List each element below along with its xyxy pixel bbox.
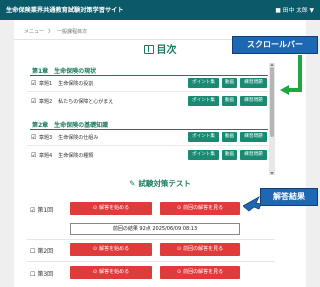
section-title: 生命保険の役割: [58, 81, 94, 87]
row-divider: [27, 91, 269, 92]
section-number: 章題3: [39, 135, 53, 141]
view-previous-button[interactable]: ⊙ 前回の解答を見る: [160, 243, 240, 256]
eye-circle-icon: ⊙: [176, 246, 182, 252]
video-button[interactable]: 動画: [222, 150, 237, 160]
scroll-down-arrow-icon[interactable]: [270, 172, 274, 175]
completed-checkbox: ☑: [31, 98, 37, 105]
completed-checkbox: ☑: [31, 152, 37, 159]
test-round-label: ☑ 第1回: [30, 205, 53, 214]
toc-row: ☑ 章題2 私たちの保障と心がまえ ポイント集 動画 練習問題: [27, 95, 269, 108]
round-name: 第1回: [37, 207, 54, 214]
start-answer-button[interactable]: ⊙ 解答を始める: [70, 266, 152, 279]
practice-button[interactable]: 練習問題: [240, 132, 267, 142]
video-button[interactable]: 動画: [222, 96, 237, 106]
chapter-heading: 第1章 生命保険の現状: [32, 68, 97, 75]
view-previous-button[interactable]: ⊙ 前回の解答を見る: [160, 266, 240, 279]
start-answer-label: 解答を始める: [99, 205, 130, 211]
book-icon: [143, 45, 154, 54]
result-callout: 解答結果: [260, 188, 318, 206]
start-answer-button[interactable]: ⊙ 解答を始める: [70, 243, 152, 256]
top-bar: 生命保険業界共通教育試験対策学習サイト ■ 田中 太郎 ▼: [0, 0, 320, 20]
round-checkbox: ☑: [30, 207, 36, 214]
video-button[interactable]: 動画: [222, 78, 237, 88]
round-name: 第2回: [37, 248, 54, 255]
previous-result: 前回の結果 92点 2025/06/09 08:13: [70, 223, 240, 235]
test-round-label: ☐ 第2回: [30, 246, 53, 255]
pencil-icon: ✎: [129, 179, 136, 188]
user-menu[interactable]: ■ 田中 太郎 ▼: [275, 5, 314, 14]
practice-button[interactable]: 練習問題: [240, 96, 267, 106]
chapter-underline: [30, 129, 268, 130]
callout-arrow-head-icon: [280, 85, 289, 95]
points-button[interactable]: ポイント集: [188, 78, 219, 88]
divider: [27, 261, 275, 262]
toc-scroll-area[interactable]: 第1章 生命保険の現状 ☑ 章題1 生命保険の役割 ポイント集 動画 練習問題 ☑…: [27, 63, 269, 175]
start-answer-label: 解答を始める: [99, 246, 130, 252]
section-label[interactable]: 章題4 生命保険の種類: [39, 152, 93, 159]
eye-circle-icon: ⊙: [176, 205, 182, 211]
play-circle-icon: ⊙: [92, 205, 98, 211]
scrollbar-callout: スクロールバー: [232, 36, 318, 54]
video-button[interactable]: 動画: [222, 132, 237, 142]
eye-circle-icon: ⊙: [176, 269, 182, 275]
practice-button[interactable]: 練習問題: [240, 78, 267, 88]
section-label[interactable]: 章題2 私たちの保障と心がまえ: [39, 98, 113, 105]
start-answer-button[interactable]: ⊙ 解答を始める: [70, 202, 152, 215]
points-button[interactable]: ポイント集: [188, 96, 219, 106]
toc-row: ☑ 章題1 生命保険の役割 ポイント集 動画 練習問題: [27, 77, 269, 90]
play-circle-icon: ⊙: [92, 269, 98, 275]
breadcrumb-current: 一般課程目次: [57, 29, 88, 35]
completed-checkbox: ☑: [31, 80, 37, 87]
toc-row: ☑ 章題4 生命保険の種類 ポイント集 動画 練習問題: [27, 149, 269, 162]
play-circle-icon: ⊙: [92, 246, 98, 252]
round-checkbox: ☐: [30, 271, 36, 278]
view-previous-label: 前回の解答を見る: [183, 269, 224, 275]
test-title: 試験対策テスト: [138, 179, 191, 188]
scrollbar-thumb[interactable]: [270, 67, 274, 137]
view-previous-label: 前回の解答を見る: [183, 246, 224, 252]
callout-arrow-shaft: [289, 88, 302, 92]
breadcrumb-home[interactable]: メニュー: [24, 29, 44, 35]
callout-arrow-icon: [243, 196, 261, 212]
view-previous-button[interactable]: ⊙ 前回の解答を見る: [160, 202, 240, 215]
completed-checkbox: ☑: [31, 134, 37, 141]
test-round-label: ☐ 第3回: [30, 269, 53, 278]
practice-button[interactable]: 練習問題: [240, 150, 267, 160]
section-number: 章題4: [39, 153, 53, 159]
divider: [27, 239, 275, 240]
toc-title: 目次: [156, 45, 177, 56]
breadcrumb-separator: 》: [48, 29, 54, 35]
section-label[interactable]: 章題1 生命保険の役割: [39, 80, 93, 87]
left-gutter: [0, 20, 14, 287]
view-previous-label: 前回の解答を見る: [183, 205, 224, 211]
section-label[interactable]: 章題3 生命保険の仕組み: [39, 134, 98, 141]
chapter-underline: [30, 75, 268, 76]
points-button[interactable]: ポイント集: [188, 150, 219, 160]
site-title[interactable]: 生命保険業界共通教育試験対策学習サイト: [6, 5, 124, 14]
round-checkbox: ☐: [30, 248, 36, 255]
app-frame: 生命保険業界共通教育試験対策学習サイト ■ 田中 太郎 ▼ メニュー》一般課程目…: [0, 0, 320, 287]
toc-row: ☑ 章題3 生命保険の仕組み ポイント集 動画 練習問題: [27, 131, 269, 144]
breadcrumb: メニュー》一般課程目次: [24, 28, 87, 35]
section-number: 章題1: [39, 81, 53, 87]
round-name: 第3回: [37, 271, 54, 278]
section-number: 章題2: [39, 99, 53, 105]
toc-scrollbar[interactable]: [269, 63, 275, 175]
scroll-up-arrow-icon[interactable]: [270, 63, 274, 66]
section-title: 生命保険の仕組み: [58, 135, 99, 141]
callout-arrow-shaft: [298, 55, 302, 91]
section-title: 生命保険の種類: [58, 153, 94, 159]
start-answer-label: 解答を始める: [99, 269, 130, 275]
points-button[interactable]: ポイント集: [188, 132, 219, 142]
row-divider: [27, 145, 269, 146]
chapter-heading: 第2章 生命保険の基礎知識: [32, 122, 109, 129]
section-title: 私たちの保障と心がまえ: [58, 99, 114, 105]
right-gutter: [306, 20, 320, 287]
